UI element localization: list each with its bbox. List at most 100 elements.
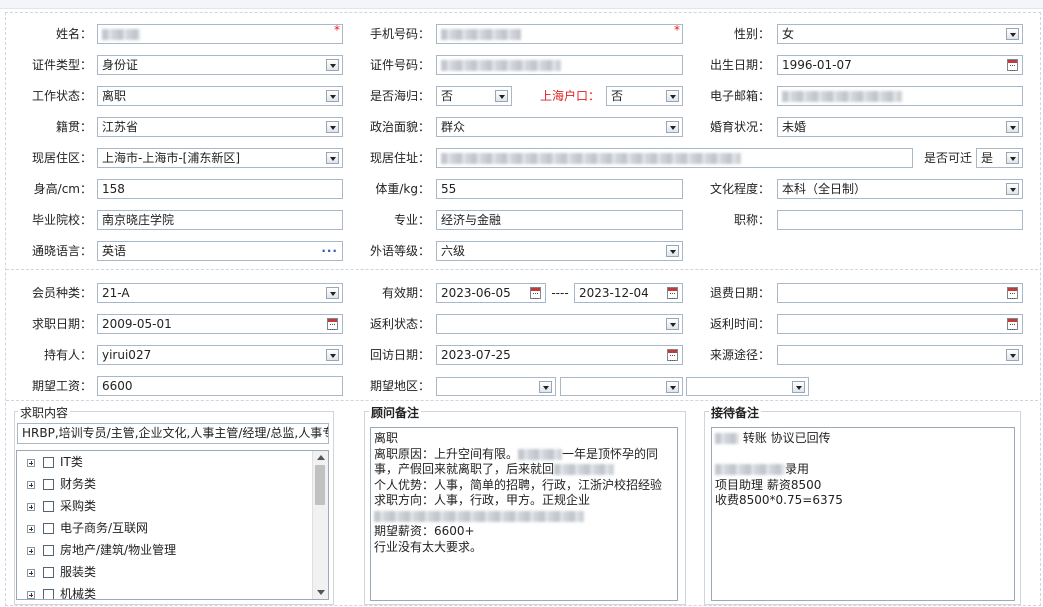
chevron-down-icon[interactable] xyxy=(666,318,679,330)
calendar-icon[interactable] xyxy=(1007,318,1018,330)
id-no-input[interactable] xyxy=(436,55,683,75)
calendar-icon[interactable] xyxy=(667,287,678,299)
residence-area-select[interactable]: 上海市-上海市-[浦东新区] xyxy=(97,148,343,168)
checkbox[interactable] xyxy=(43,479,54,490)
tree-item[interactable]: 服装类 xyxy=(27,563,96,581)
expand-icon[interactable] xyxy=(27,546,35,555)
height-input[interactable]: 158 xyxy=(97,179,343,199)
rebate-status-select[interactable] xyxy=(436,314,683,334)
region-city-select[interactable] xyxy=(560,377,683,396)
chevron-down-icon[interactable] xyxy=(326,121,339,133)
consultant-notes-textarea[interactable]: 离职 离职原因：上升空间有限。 一年是顶怀孕的同 事，产假回来就离职了，后来就回 … xyxy=(370,427,678,601)
reception-notes-textarea[interactable]: 转账 协议已回传 录用 项目助理 薪资8500 收费8500*0.75=6375 xyxy=(711,427,1015,601)
chevron-down-icon[interactable] xyxy=(326,90,339,102)
more-icon[interactable]: ··· xyxy=(321,245,338,257)
tree-item[interactable]: 财务类 xyxy=(27,475,96,493)
school-input[interactable]: 南京晓庄学院 xyxy=(97,210,343,230)
birth-value: 1996-01-07 xyxy=(782,58,852,72)
visit-date-input[interactable]: 2023-07-25 xyxy=(436,345,683,365)
job-date-input[interactable]: 2009-05-01 xyxy=(97,314,343,334)
id-type-select[interactable]: 身份证 xyxy=(97,55,343,75)
language-input[interactable]: 英语 ··· xyxy=(97,241,343,261)
weight-input[interactable]: 55 xyxy=(436,179,683,199)
native-select[interactable]: 江苏省 xyxy=(97,117,343,137)
chevron-down-icon[interactable] xyxy=(1006,152,1019,164)
email-input[interactable] xyxy=(777,86,1023,106)
checkbox[interactable] xyxy=(43,567,54,578)
calendar-icon[interactable] xyxy=(327,318,338,330)
expand-icon[interactable] xyxy=(27,590,35,599)
refund-date-input[interactable] xyxy=(777,283,1023,303)
checkbox[interactable] xyxy=(43,457,54,468)
tree-item[interactable]: 电子商务/互联网 xyxy=(27,519,148,537)
chevron-down-icon[interactable] xyxy=(326,152,339,164)
source-select[interactable] xyxy=(777,345,1023,365)
education-select[interactable]: 本科（全日制） xyxy=(777,179,1023,199)
region-district-select[interactable] xyxy=(686,377,809,396)
residence-addr-input[interactable] xyxy=(436,148,913,168)
expand-icon[interactable] xyxy=(27,502,35,511)
chevron-down-icon[interactable] xyxy=(326,349,339,361)
chevron-down-icon[interactable] xyxy=(326,59,339,71)
validity-end-input[interactable]: 2023-12-04 xyxy=(574,283,683,303)
checkbox[interactable] xyxy=(43,545,54,556)
job-category-tree[interactable]: IT类 财务类 采购类 电子商务/互联网 房地产/建筑/物业管理 服装类 机械类 xyxy=(16,450,329,600)
tree-scrollbar[interactable] xyxy=(312,451,328,599)
note-line-redacted xyxy=(374,509,674,525)
expand-icon[interactable] xyxy=(27,568,35,577)
work-status-select[interactable]: 离职 xyxy=(97,86,343,106)
expand-icon[interactable] xyxy=(27,458,35,467)
returnee-select[interactable]: 否 xyxy=(436,86,512,106)
required-mark: * xyxy=(674,24,680,37)
political-select[interactable]: 群众 xyxy=(436,117,683,137)
tree-item[interactable]: 房地产/建筑/物业管理 xyxy=(27,541,176,559)
checkbox[interactable] xyxy=(43,501,54,512)
chevron-down-icon[interactable] xyxy=(666,381,679,393)
scroll-down-icon[interactable] xyxy=(317,590,325,595)
calendar-icon[interactable] xyxy=(530,287,541,299)
member-type-select[interactable]: 21-A xyxy=(97,283,343,303)
chevron-down-icon[interactable] xyxy=(539,381,552,393)
major-input[interactable]: 经济与金融 xyxy=(436,210,683,230)
phone-input[interactable]: * xyxy=(436,24,683,44)
title-input[interactable] xyxy=(777,210,1023,230)
tree-item[interactable]: 机械类 xyxy=(27,585,96,599)
scroll-up-icon[interactable] xyxy=(317,455,325,460)
redacted-text xyxy=(554,464,615,475)
chevron-down-icon[interactable] xyxy=(1006,121,1019,133)
sh-hukou-select[interactable]: 否 xyxy=(606,86,683,106)
region-province-select[interactable] xyxy=(436,377,556,396)
native-value: 江苏省 xyxy=(102,120,139,134)
rebate-time-input[interactable] xyxy=(777,314,1023,334)
scroll-thumb[interactable] xyxy=(315,465,325,505)
chevron-down-icon[interactable] xyxy=(792,381,805,393)
foreign-level-select[interactable]: 六级 xyxy=(436,241,683,261)
tree-item[interactable]: IT类 xyxy=(27,453,83,471)
chevron-down-icon[interactable] xyxy=(666,121,679,133)
birth-date-input[interactable]: 1996-01-07 xyxy=(777,55,1023,75)
tree-item[interactable]: 采购类 xyxy=(27,497,96,515)
chevron-down-icon[interactable] xyxy=(495,90,508,102)
expand-icon[interactable] xyxy=(27,480,35,489)
calendar-icon[interactable] xyxy=(667,349,678,361)
expected-salary-input[interactable]: 6600 xyxy=(97,376,343,396)
marital-select[interactable]: 未婚 xyxy=(777,117,1023,137)
validity-start-input[interactable]: 2023-06-05 xyxy=(436,283,546,303)
chevron-down-icon[interactable] xyxy=(326,287,339,299)
chevron-down-icon[interactable] xyxy=(1006,28,1019,40)
holder-value: yirui027 xyxy=(102,348,152,362)
holder-select[interactable]: yirui027 xyxy=(97,345,343,365)
relocate-select[interactable]: 是 xyxy=(976,148,1023,168)
calendar-icon[interactable] xyxy=(1007,287,1018,299)
chevron-down-icon[interactable] xyxy=(666,90,679,102)
checkbox[interactable] xyxy=(43,523,54,534)
chevron-down-icon[interactable] xyxy=(1006,183,1019,195)
gender-select[interactable]: 女 xyxy=(777,24,1023,44)
name-input[interactable]: * xyxy=(97,24,343,44)
chevron-down-icon[interactable] xyxy=(666,245,679,257)
checkbox[interactable] xyxy=(43,589,54,599)
expand-icon[interactable] xyxy=(27,524,35,533)
calendar-icon[interactable] xyxy=(1007,59,1018,71)
chevron-down-icon[interactable] xyxy=(1006,349,1019,361)
job-content-summary[interactable]: HRBP,培训专员/主管,企业文化,人事主管/经理/总监,人事专 xyxy=(17,423,329,444)
